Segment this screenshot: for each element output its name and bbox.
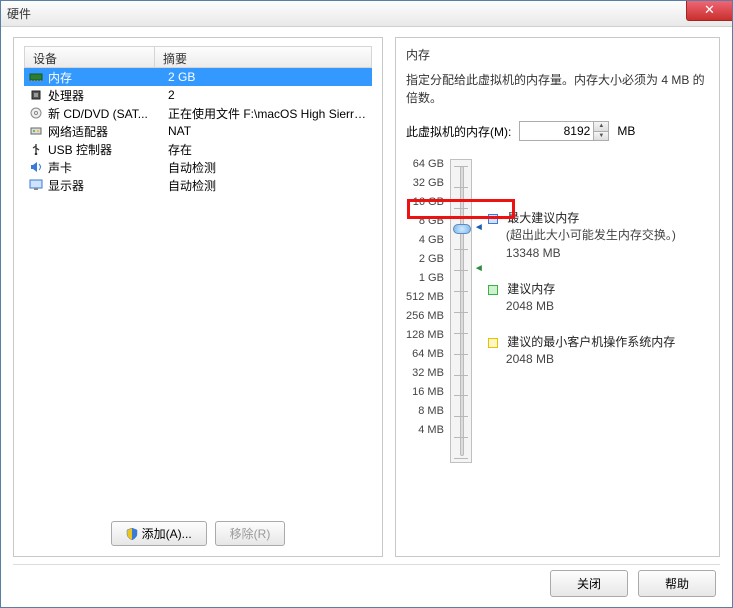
network-icon bbox=[28, 124, 44, 138]
hardware-dialog: 硬件 ✕ 设备 摘要 内存2 GB处理器2新 CD/DVD (SAT...正在使… bbox=[0, 0, 733, 608]
memory-unit: MB bbox=[617, 124, 635, 138]
titlebar: 硬件 ✕ bbox=[1, 1, 732, 27]
cpu-icon bbox=[28, 88, 44, 102]
legend-green-icon bbox=[488, 285, 498, 295]
memory-spinner: ▲ ▼ bbox=[519, 121, 609, 141]
device-list-panel: 设备 摘要 内存2 GB处理器2新 CD/DVD (SAT...正在使用文件 F… bbox=[13, 37, 383, 557]
device-name: 显示器 bbox=[48, 177, 168, 194]
device-name: 网络适配器 bbox=[48, 123, 168, 140]
tick-label: 256 MB bbox=[406, 307, 444, 326]
device-row[interactable]: 网络适配器NAT bbox=[24, 122, 372, 140]
legend-min-value: 2048 MB bbox=[506, 350, 676, 368]
device-summary: 存在 bbox=[168, 141, 368, 158]
tick-label: 64 GB bbox=[406, 155, 444, 174]
device-summary: 自动检测 bbox=[168, 159, 368, 176]
memory-description: 指定分配给此虚拟机的内存量。内存大小必须为 4 MB 的倍数。 bbox=[406, 71, 709, 107]
device-name: 内存 bbox=[48, 69, 168, 86]
highlight-box bbox=[407, 199, 515, 219]
memory-label: 此虚拟机的内存(M): bbox=[406, 123, 511, 140]
tick-label: 16 MB bbox=[406, 383, 444, 402]
legend-min-title: 建议的最小客户机操作系统内存 bbox=[507, 335, 675, 349]
display-icon bbox=[28, 178, 44, 192]
device-row[interactable]: 新 CD/DVD (SAT...正在使用文件 F:\macOS High Sie… bbox=[24, 104, 372, 122]
tick-label: 32 GB bbox=[406, 174, 444, 193]
slider-thumb[interactable] bbox=[453, 224, 471, 234]
legend-rec-value: 2048 MB bbox=[506, 297, 676, 315]
usb-icon bbox=[28, 142, 44, 156]
device-name: 新 CD/DVD (SAT... bbox=[48, 105, 168, 122]
add-button[interactable]: 添加(A)... bbox=[111, 521, 207, 546]
close-icon[interactable]: ✕ bbox=[686, 1, 732, 21]
close-button[interactable]: 关闭 bbox=[550, 570, 628, 597]
memory-icon bbox=[28, 70, 44, 84]
legend-max-title: 最大建议内存 bbox=[507, 211, 579, 225]
tick-label: 128 MB bbox=[406, 326, 444, 345]
remove-button[interactable]: 移除(R) bbox=[215, 521, 286, 546]
dialog-footer: 关闭 帮助 bbox=[550, 570, 716, 597]
divider bbox=[13, 564, 720, 565]
device-row[interactable]: 内存2 GB bbox=[24, 68, 372, 86]
tick-label: 32 MB bbox=[406, 364, 444, 383]
device-summary: 自动检测 bbox=[168, 177, 368, 194]
help-button[interactable]: 帮助 bbox=[638, 570, 716, 597]
device-summary: 正在使用文件 F:\macOS High Sierra ... bbox=[168, 105, 368, 122]
tick-label: 4 MB bbox=[406, 421, 444, 440]
spin-down-icon[interactable]: ▼ bbox=[593, 132, 608, 141]
device-summary: NAT bbox=[168, 124, 368, 138]
sound-icon bbox=[28, 160, 44, 174]
device-row[interactable]: 显示器自动检测 bbox=[24, 176, 372, 194]
marker-rec-icon: ◄ bbox=[474, 263, 484, 274]
memory-settings-panel: 内存 指定分配给此虚拟机的内存量。内存大小必须为 4 MB 的倍数。 此虚拟机的… bbox=[395, 37, 720, 557]
device-rows: 内存2 GB处理器2新 CD/DVD (SAT...正在使用文件 F:\macO… bbox=[24, 68, 372, 292]
col-device: 设备 bbox=[25, 47, 155, 67]
tick-label: 4 GB bbox=[406, 231, 444, 250]
marker-max-icon: ◄ bbox=[474, 222, 484, 233]
device-summary: 2 bbox=[168, 88, 368, 102]
legend-rec-title: 建议内存 bbox=[507, 282, 555, 296]
tick-label: 64 MB bbox=[406, 345, 444, 364]
device-name: 声卡 bbox=[48, 159, 168, 176]
device-name: USB 控制器 bbox=[48, 141, 168, 158]
legend-max-note: (超出此大小可能发生内存交换。) bbox=[506, 226, 676, 244]
remove-button-label: 移除(R) bbox=[230, 525, 271, 542]
cd-icon bbox=[28, 106, 44, 120]
tick-label: 512 MB bbox=[406, 288, 444, 307]
memory-legend: 最大建议内存 (超出此大小可能发生内存交换。) 13348 MB 建议内存 20… bbox=[488, 205, 676, 463]
device-button-bar: 添加(A)... 移除(R) bbox=[24, 515, 372, 548]
device-row[interactable]: 处理器2 bbox=[24, 86, 372, 104]
col-summary: 摘要 bbox=[155, 47, 371, 67]
spin-up-icon[interactable]: ▲ bbox=[593, 122, 608, 132]
memory-input-row: 此虚拟机的内存(M): ▲ ▼ MB bbox=[406, 121, 709, 141]
add-button-label: 添加(A)... bbox=[142, 525, 192, 542]
window-title: 硬件 bbox=[7, 5, 31, 22]
device-name: 处理器 bbox=[48, 87, 168, 104]
device-summary: 2 GB bbox=[168, 70, 368, 84]
tick-label: 8 MB bbox=[406, 402, 444, 421]
memory-section-title: 内存 bbox=[406, 46, 709, 63]
device-table-header: 设备 摘要 bbox=[24, 46, 372, 68]
tick-label: 1 GB bbox=[406, 269, 444, 288]
device-row[interactable]: 声卡自动检测 bbox=[24, 158, 372, 176]
tick-label: 2 GB bbox=[406, 250, 444, 269]
legend-yellow-icon bbox=[488, 338, 498, 348]
legend-max-value: 13348 MB bbox=[506, 244, 676, 262]
device-row[interactable]: USB 控制器存在 bbox=[24, 140, 372, 158]
shield-icon bbox=[126, 528, 138, 540]
